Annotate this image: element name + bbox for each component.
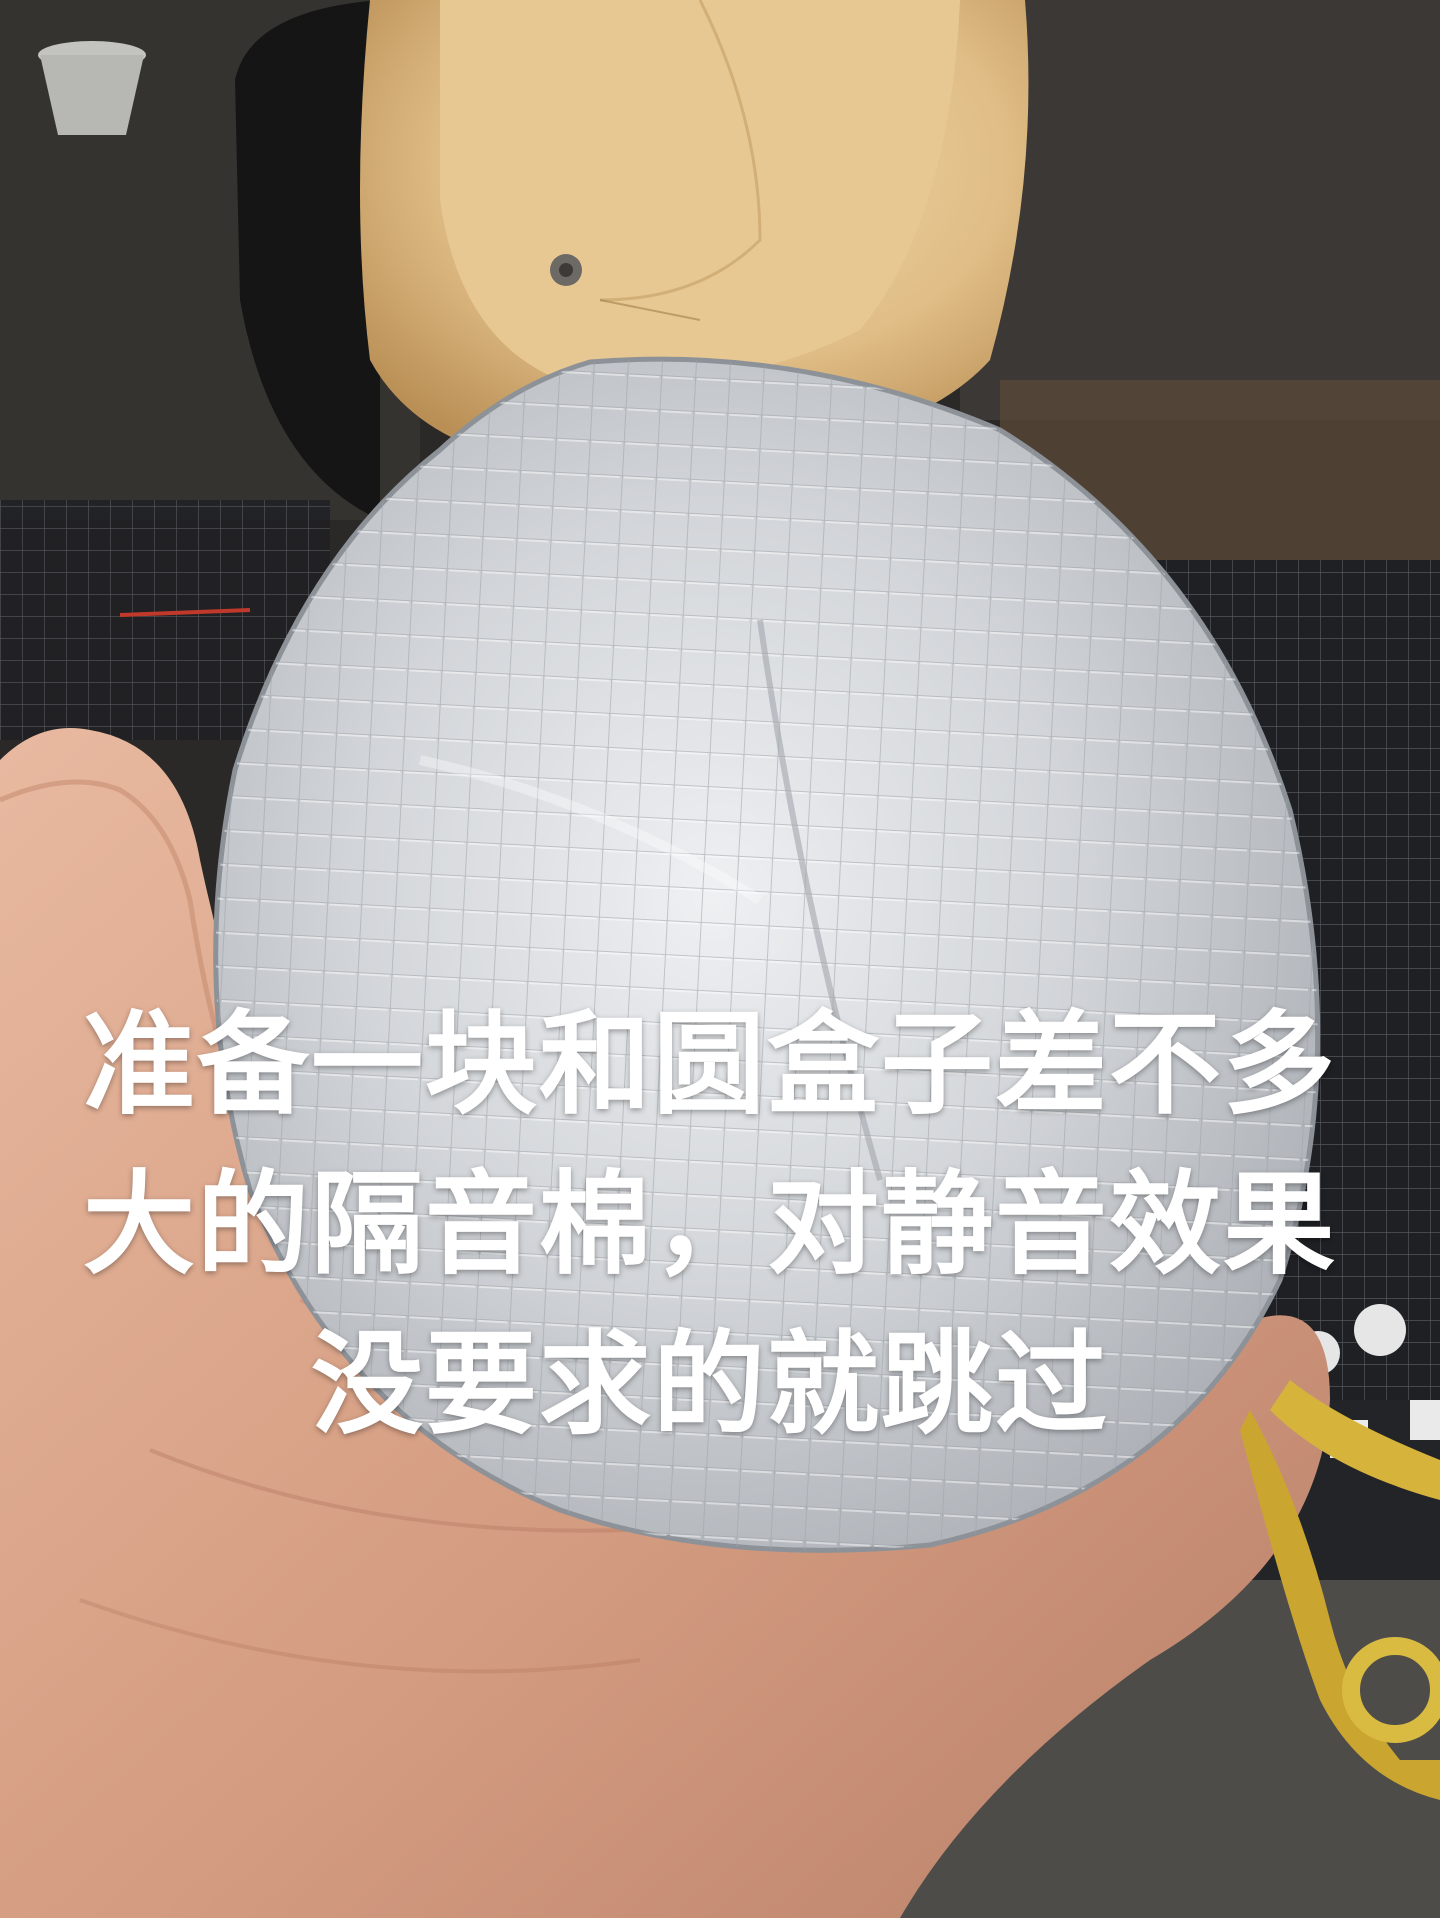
caption-line-2: 大的隔音棉，对静音效果 <box>83 1160 1337 1290</box>
photo-scene: 准备一块和圆盒子差不多 大的隔音棉，对静音效果 没要求的就跳过 <box>0 0 1440 1918</box>
photo-illustration <box>0 0 1440 1918</box>
caption: 准备一块和圆盒子差不多 大的隔音棉，对静音效果 没要求的就跳过 <box>60 985 1360 1465</box>
caption-line-3: 没要求的就跳过 <box>311 1320 1109 1450</box>
caption-line-1: 准备一块和圆盒子差不多 <box>83 1000 1337 1130</box>
